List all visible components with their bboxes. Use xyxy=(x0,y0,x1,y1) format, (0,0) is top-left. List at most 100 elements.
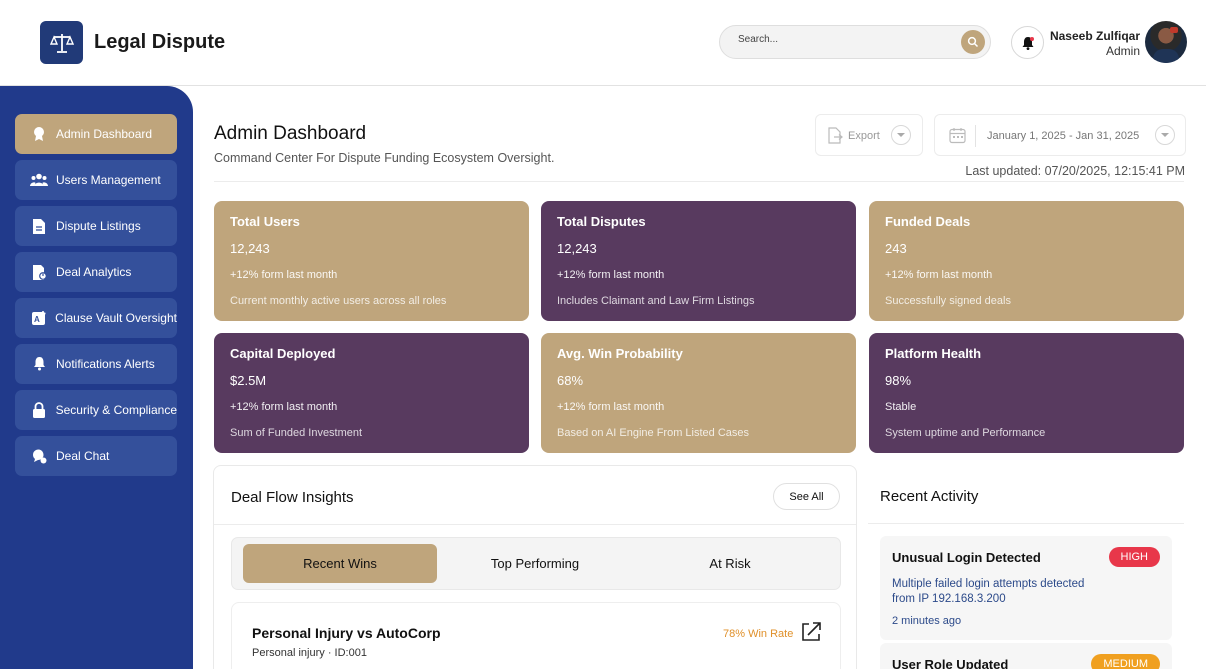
card-delta: +12% form last month xyxy=(230,269,338,281)
see-all-button[interactable]: See All xyxy=(773,483,840,510)
export-file-icon xyxy=(827,127,843,149)
sidebar-item-clause-vault-oversight[interactable]: A Clause Vault Oversight xyxy=(15,298,177,338)
badge-icon xyxy=(30,125,48,143)
stat-card-total-users[interactable]: Total Users 12,243 +12% form last month … xyxy=(214,201,529,321)
notification-bell-icon[interactable] xyxy=(1011,26,1044,59)
divider xyxy=(868,523,1184,524)
page-title: Admin Dashboard xyxy=(214,123,367,144)
lock-icon xyxy=(30,401,48,419)
deal-card[interactable]: Personal Injury vs AutoCorp Personal inj… xyxy=(231,602,841,669)
tab-top-performing[interactable]: Top Performing xyxy=(438,544,632,583)
sidebar-item-label: Deal Chat xyxy=(56,449,110,463)
priority-badge: HIGH xyxy=(1108,547,1160,567)
stat-card-funded-deals[interactable]: Funded Deals 243 +12% form last month Su… xyxy=(869,201,1184,321)
card-description: Based on AI Engine From Listed Cases xyxy=(557,427,749,439)
card-delta: +12% form last month xyxy=(885,269,993,281)
top-header: Legal Dispute Naseeb Zulfiqar Admin xyxy=(0,0,1206,86)
card-title: Avg. Win Probability xyxy=(557,346,683,361)
stat-card-total-disputes[interactable]: Total Disputes 12,243 +12% form last mon… xyxy=(541,201,856,321)
divider xyxy=(975,125,976,147)
card-value: 98% xyxy=(885,373,912,388)
document-icon xyxy=(30,217,48,235)
sidebar-item-notifications-alerts[interactable]: Notifications Alerts xyxy=(15,344,177,384)
card-delta: +12% form last month xyxy=(557,401,665,413)
date-range-value: January 1, 2025 - Jan 31, 2025 xyxy=(987,130,1140,142)
tab-at-risk[interactable]: At Risk xyxy=(633,544,827,583)
sidebar-item-deal-analytics[interactable]: Deal Analytics xyxy=(15,252,177,292)
chevron-down-icon[interactable] xyxy=(1155,125,1175,145)
stat-card-capital-deployed[interactable]: Capital Deployed $2.5M +12% form last mo… xyxy=(214,333,529,453)
sidebar-item-label: Clause Vault Oversight xyxy=(55,311,177,325)
sidebar-item-label: Users Management xyxy=(56,173,161,187)
last-updated: Last updated: 07/20/2025, 12:15:41 PM xyxy=(965,164,1185,178)
card-value: 12,243 xyxy=(230,241,270,256)
search-box[interactable] xyxy=(719,25,991,59)
activity-item-description: Multiple failed login attempts detected … xyxy=(892,578,1085,605)
users-icon xyxy=(30,171,48,189)
card-value: 12,243 xyxy=(557,241,597,256)
card-description: Sum of Funded Investment xyxy=(230,427,363,439)
divider xyxy=(214,524,856,525)
card-description: Includes Claimant and Law Firm Listings xyxy=(557,295,755,307)
activity-item-title: User Role Updated xyxy=(892,657,1009,669)
search-icon[interactable] xyxy=(961,30,985,54)
card-title: Total Users xyxy=(230,214,300,229)
card-description: System uptime and Performance xyxy=(885,427,1046,439)
chevron-down-icon[interactable] xyxy=(891,125,911,145)
card-description: Current monthly active users across all … xyxy=(230,295,447,307)
card-delta: +12% form last month xyxy=(557,269,665,281)
user-name: Naseeb Zulfiqar xyxy=(1049,29,1140,43)
card-description: Successfully signed deals xyxy=(885,295,1011,307)
export-label: Export xyxy=(848,130,880,142)
card-delta: Stable xyxy=(885,401,917,413)
card-title: Capital Deployed xyxy=(230,346,336,361)
export-button[interactable]: Export xyxy=(815,114,923,156)
analytics-icon xyxy=(30,263,48,281)
card-title: Total Disputes xyxy=(557,214,646,229)
stat-card-avg-win-probability[interactable]: Avg. Win Probability 68% +12% form last … xyxy=(541,333,856,453)
sidebar-item-label: Admin Dashboard xyxy=(56,127,153,141)
activity-item[interactable]: User Role Updated MEDIUM xyxy=(880,643,1172,669)
card-value: $2.5M xyxy=(230,373,267,388)
app-title: Legal Dispute xyxy=(94,31,226,53)
open-external-icon[interactable] xyxy=(800,621,822,648)
bell-icon xyxy=(30,355,48,373)
stat-card-platform-health[interactable]: Platform Health 98% Stable System uptime… xyxy=(869,333,1184,453)
sidebar-item-label: Notifications Alerts xyxy=(56,357,155,371)
activity-item[interactable]: Unusual Login Detected HIGH Multiple fai… xyxy=(880,536,1172,640)
sidebar-item-deal-chat[interactable]: Deal Chat xyxy=(15,436,177,476)
card-value: 243 xyxy=(885,241,907,256)
activity-item-title: Unusual Login Detected xyxy=(892,550,1041,565)
card-title: Platform Health xyxy=(885,346,982,361)
activity-title: Recent Activity xyxy=(880,488,979,505)
win-rate: 78% Win Rate xyxy=(723,628,794,640)
scales-logo-icon[interactable] xyxy=(40,21,83,64)
page-subtitle: Command Center For Dispute Funding Ecosy… xyxy=(214,151,555,165)
deal-flow-panel: Deal Flow Insights See All Recent Wins T… xyxy=(213,465,857,669)
sidebar-item-label: Deal Analytics xyxy=(56,265,132,279)
tab-recent-wins[interactable]: Recent Wins xyxy=(243,544,437,583)
sidebar-item-label: Dispute Listings xyxy=(56,219,141,233)
avatar[interactable] xyxy=(1145,21,1187,63)
calendar-icon xyxy=(949,127,966,149)
sidebar-item-admin-dashboard[interactable]: Admin Dashboard xyxy=(15,114,177,154)
sidebar: Admin Dashboard Users Management Dispute… xyxy=(0,86,193,669)
vault-icon: A xyxy=(30,309,47,327)
panel-title: Deal Flow Insights xyxy=(231,489,354,506)
chat-icon xyxy=(30,447,48,465)
deal-subtitle: Personal injury · ID:001 xyxy=(252,647,367,659)
search-input[interactable] xyxy=(738,34,958,45)
deal-title: Personal Injury vs AutoCorp xyxy=(252,625,441,641)
svg-text:A: A xyxy=(34,315,40,324)
card-title: Funded Deals xyxy=(885,214,971,229)
sidebar-item-label: Security & Compliance xyxy=(55,403,177,417)
activity-item-time: 2 minutes ago xyxy=(892,615,962,627)
date-range-picker[interactable]: January 1, 2025 - Jan 31, 2025 xyxy=(934,114,1186,156)
divider xyxy=(214,181,1184,182)
priority-badge: MEDIUM xyxy=(1091,654,1160,669)
sidebar-item-security-compliance[interactable]: Security & Compliance xyxy=(15,390,177,430)
sidebar-item-users-management[interactable]: Users Management xyxy=(15,160,177,200)
sidebar-item-dispute-listings[interactable]: Dispute Listings xyxy=(15,206,177,246)
card-value: 68% xyxy=(557,373,584,388)
card-delta: +12% form last month xyxy=(230,401,338,413)
